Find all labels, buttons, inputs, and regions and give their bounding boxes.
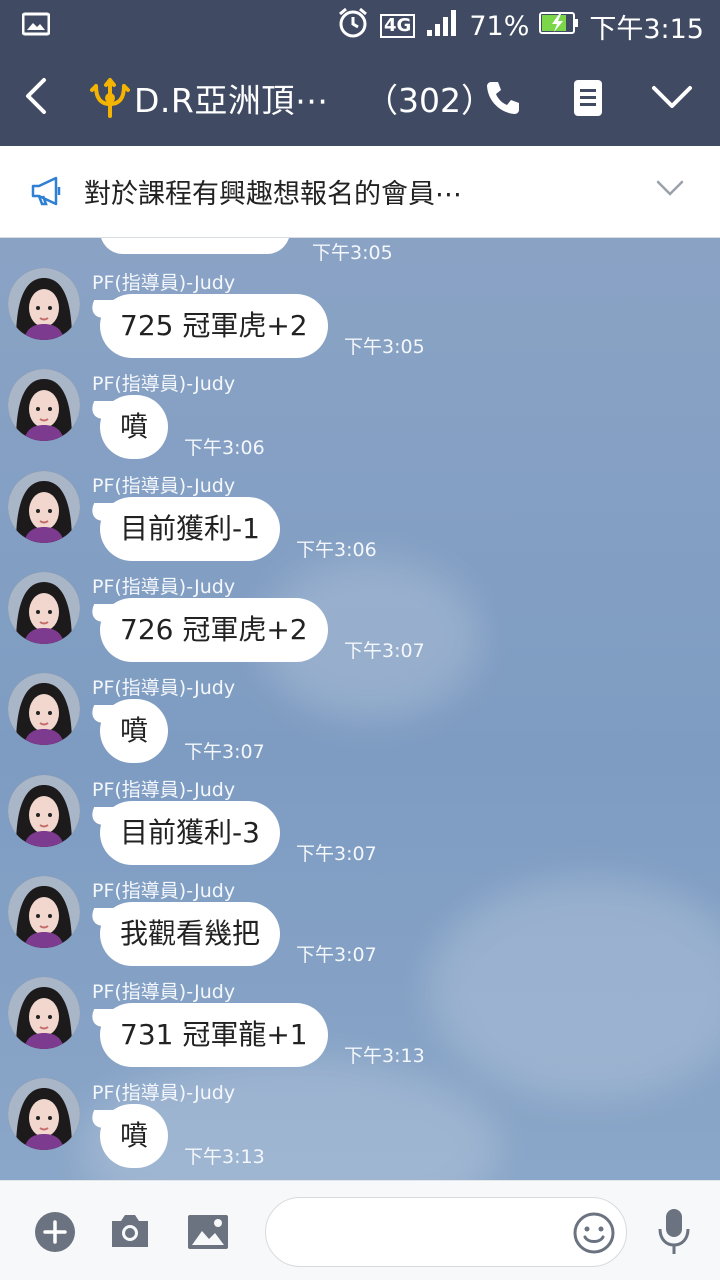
sender-name: PF(指導員)-Judy xyxy=(92,677,236,700)
emoji-icon[interactable] xyxy=(572,1211,616,1259)
message-text: 731 冠軍龍+1 xyxy=(120,1018,308,1052)
chevron-down-icon[interactable] xyxy=(655,178,685,202)
notes-icon[interactable] xyxy=(572,78,604,122)
avatar[interactable] xyxy=(8,470,80,543)
message-row: PF(指導員)-Judy 725 冠軍虎+2 下午3:05 xyxy=(0,240,720,358)
message-row: PF(指導員)-Judy 726 冠軍虎+2 下午3:07 xyxy=(0,544,720,662)
avatar[interactable] xyxy=(8,673,80,746)
clock: 下午3:15 xyxy=(589,13,704,45)
sender-name: PF(指導員)-Judy xyxy=(92,879,236,902)
message-time: 下午3:13 xyxy=(184,1146,265,1169)
image-notification-icon xyxy=(21,12,51,40)
alarm-icon xyxy=(336,6,370,47)
message-bubble[interactable]: 噴 xyxy=(100,1104,169,1169)
battery-percent: 71% xyxy=(469,10,530,42)
camera-icon[interactable] xyxy=(108,1211,152,1255)
sender-name: PF(指導員)-Judy xyxy=(92,778,236,801)
message-text: 725 冠軍虎+2 xyxy=(120,309,308,342)
avatar[interactable] xyxy=(8,268,80,340)
member-count: （302） xyxy=(365,81,494,120)
avatar[interactable] xyxy=(8,977,80,1050)
group-trident-logo-icon xyxy=(88,76,132,124)
megaphone-icon xyxy=(30,174,64,212)
phone-icon[interactable] xyxy=(483,78,523,122)
avatar[interactable] xyxy=(8,774,80,847)
message-row: PF(指導員)-Judy 目前獲利-3 下午3:07 xyxy=(0,747,720,865)
sender-name: PF(指導員)-Judy xyxy=(92,1082,236,1105)
chat-messages[interactable]: 下午3:05 PF(指導員)-Judy 725 冠軍虎+2 下午3:05 PF(… xyxy=(0,238,720,1180)
message-row: PF(指導員)-Judy 噴 下午3:07 xyxy=(0,645,720,764)
message-row: PF(指導員)-Judy 噴 下午3:13 xyxy=(0,1050,720,1169)
message-text: 噴 xyxy=(120,410,149,444)
sender-name: PF(指導員)-Judy xyxy=(92,373,236,396)
status-bar: 4G 71% 下午3:15 xyxy=(0,0,720,50)
message-text: 我觀看幾把 xyxy=(120,916,261,950)
chevron-down-icon[interactable] xyxy=(650,82,694,116)
avatar[interactable] xyxy=(8,571,80,644)
message-text: 目前獲利-1 xyxy=(120,511,260,545)
message-row: PF(指導員)-Judy 我觀看幾把 下午3:07 xyxy=(0,848,720,966)
battery-charging-icon xyxy=(539,11,579,42)
plus-icon[interactable] xyxy=(34,1211,76,1257)
back-button[interactable] xyxy=(22,76,52,120)
message-text: 噴 xyxy=(120,714,149,748)
network-type-badge: 4G xyxy=(380,14,416,38)
image-gallery-icon[interactable] xyxy=(186,1213,230,1255)
message-input-bar xyxy=(0,1180,720,1280)
message-text: 目前獲利-3 xyxy=(120,815,260,849)
message-text: 噴 xyxy=(120,1119,149,1153)
avatar[interactable] xyxy=(8,1078,80,1151)
message-row: PF(指導員)-Judy 噴 下午3:06 xyxy=(0,341,720,460)
chat-header: D.R亞洲頂⋯ （302） xyxy=(0,50,720,146)
message-text: 726 冠軍虎+2 xyxy=(120,612,308,646)
message-row: PF(指導員)-Judy 731 冠軍龍+1 下午3:13 xyxy=(0,949,720,1068)
announcement-banner[interactable]: 對於課程有興趣想報名的會員⋯ xyxy=(0,146,720,238)
avatar[interactable] xyxy=(8,875,80,948)
microphone-icon[interactable] xyxy=(656,1207,692,1261)
group-title[interactable]: D.R亞洲頂⋯ xyxy=(134,74,328,122)
sender-name: PF(指導員)-Judy xyxy=(92,272,236,294)
sender-name: PF(指導員)-Judy xyxy=(92,981,236,1004)
sender-name: PF(指導員)-Judy xyxy=(92,575,236,598)
avatar[interactable] xyxy=(8,369,80,442)
message-row: PF(指導員)-Judy 目前獲利-1 下午3:06 xyxy=(0,443,720,561)
sender-name: PF(指導員)-Judy xyxy=(92,474,236,497)
announcement-text: 對於課程有興趣想報名的會員⋯ xyxy=(84,179,462,210)
signal-icon xyxy=(425,8,459,45)
